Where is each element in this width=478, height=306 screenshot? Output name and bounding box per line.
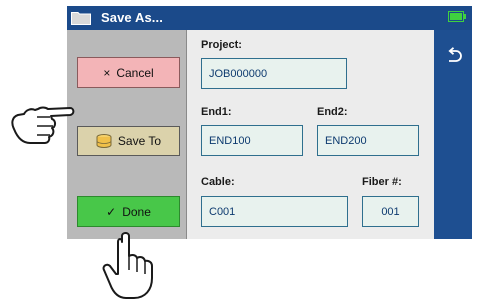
checkmark-icon: ✓ — [106, 204, 117, 219]
action-panel: × Cancel Save To ✓ Done — [67, 30, 187, 239]
disk-icon — [96, 134, 112, 148]
done-button[interactable]: ✓ Done — [77, 196, 180, 227]
cancel-button[interactable]: × Cancel — [77, 57, 180, 88]
dialog-title: Save As... — [101, 10, 163, 25]
battery-icon — [448, 11, 466, 22]
fiber-field[interactable]: 001 — [362, 196, 419, 227]
cable-field[interactable]: C001 — [201, 196, 348, 227]
right-nav — [434, 30, 472, 239]
save-to-button[interactable]: Save To — [77, 126, 180, 156]
fiber-label: Fiber #: — [362, 176, 402, 188]
pointing-hand-icon — [11, 106, 75, 144]
project-field[interactable]: JOB000000 — [201, 58, 347, 89]
cancel-label: Cancel — [116, 65, 154, 80]
save-to-label: Save To — [117, 134, 162, 148]
end1-label: End1: — [201, 106, 232, 118]
save-form: Project: JOB000000 End1: END100 End2: EN… — [187, 30, 434, 239]
end2-label: End2: — [317, 106, 348, 118]
save-as-dialog: Save As... × Cancel Save To ✓ Done Proje… — [67, 6, 472, 239]
back-arrow-icon[interactable] — [445, 47, 463, 65]
project-label: Project: — [201, 39, 242, 51]
title-bar: Save As... — [67, 6, 472, 30]
pointing-hand-icon — [102, 232, 153, 299]
end1-field[interactable]: END100 — [201, 125, 303, 156]
close-icon: × — [103, 65, 111, 80]
end2-field[interactable]: END200 — [317, 125, 419, 156]
done-label: Done — [122, 204, 151, 219]
folder-icon — [71, 12, 91, 25]
cable-label: Cable: — [201, 176, 235, 188]
